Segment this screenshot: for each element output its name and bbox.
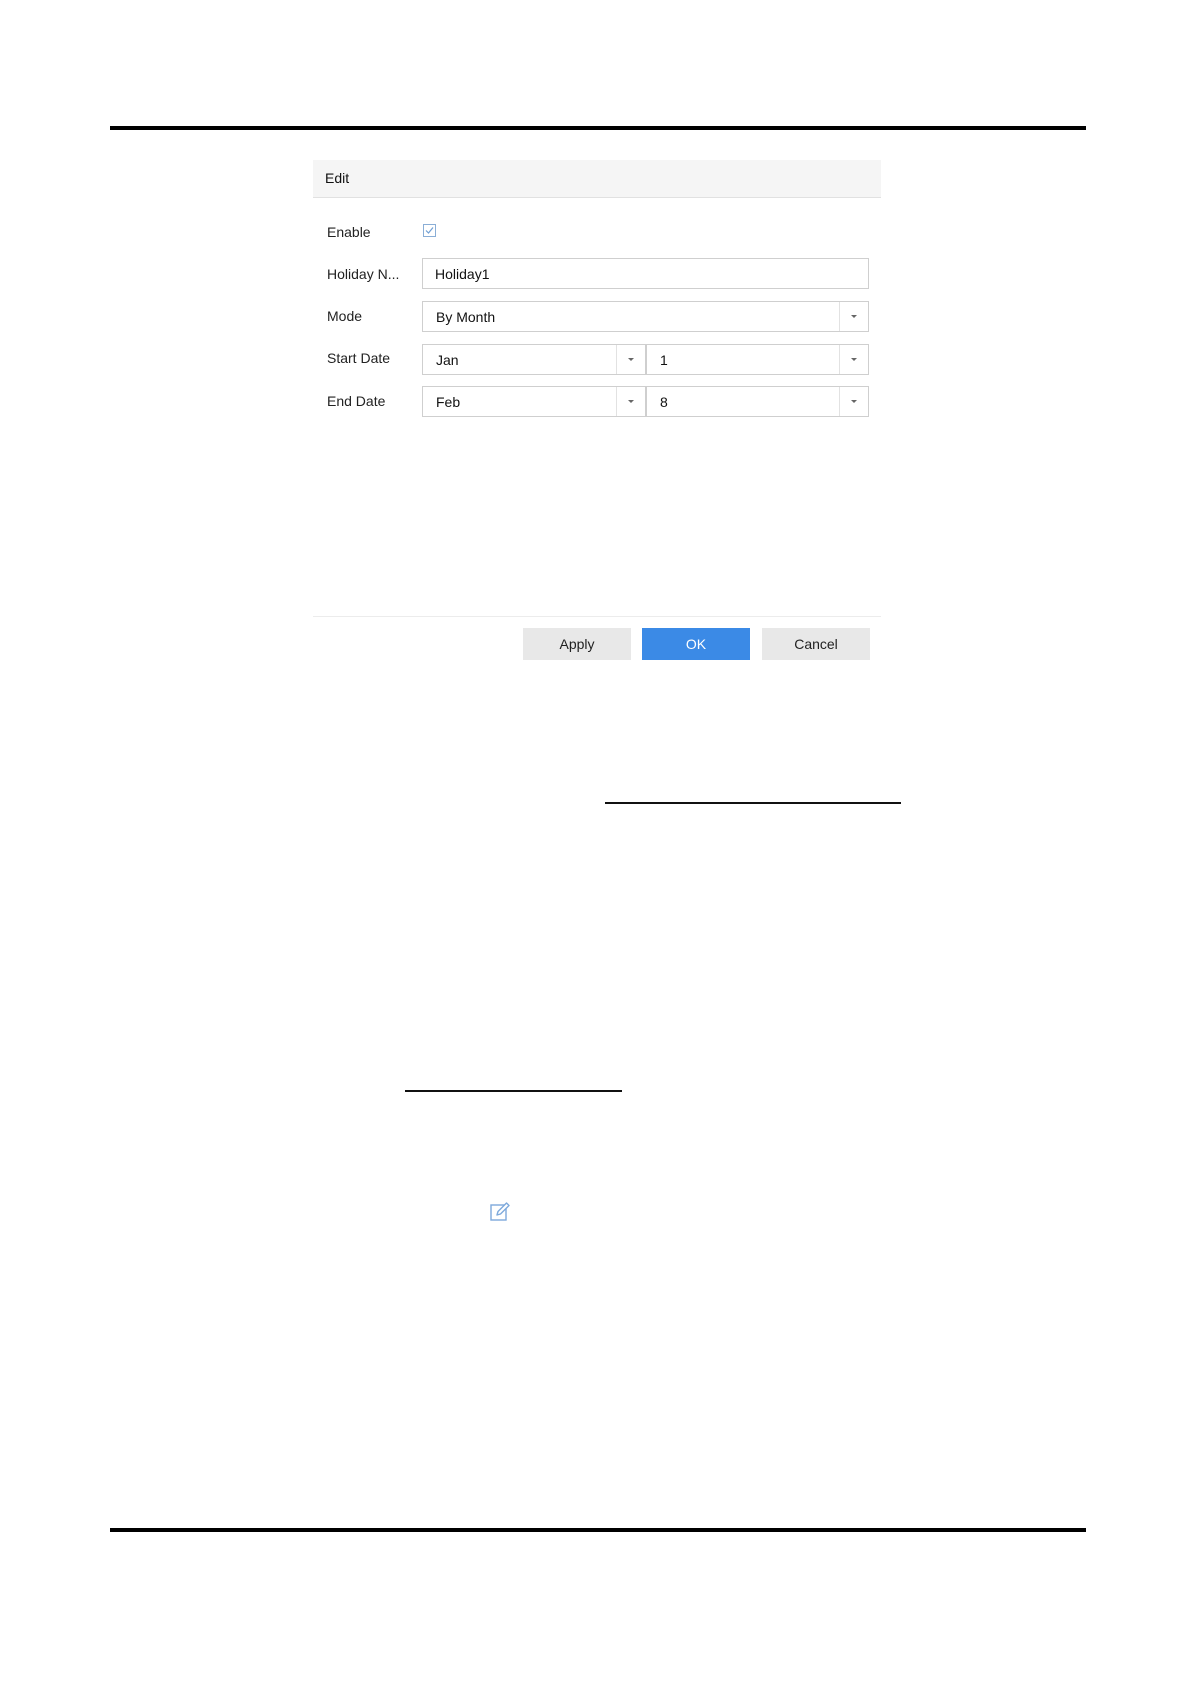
holiday-name-label: Holiday N... [327, 266, 400, 282]
ok-button[interactable]: OK [642, 628, 750, 660]
chevron-down-icon[interactable] [839, 302, 868, 331]
enable-checkbox[interactable] [423, 224, 436, 237]
end-month-select[interactable]: Feb [422, 386, 646, 417]
chevron-down-icon[interactable] [839, 345, 868, 374]
page-header-rule [110, 126, 1086, 130]
cancel-button[interactable]: Cancel [762, 628, 870, 660]
edit-icon[interactable] [488, 1200, 512, 1224]
chevron-down-icon[interactable] [616, 387, 645, 416]
start-month-value: Jan [436, 352, 459, 368]
mode-select-value: By Month [436, 309, 496, 325]
start-day-select[interactable]: 1 [646, 344, 869, 375]
end-month-value: Feb [436, 394, 461, 410]
page-footer-rule [110, 1528, 1086, 1532]
mode-select[interactable]: By Month [422, 301, 869, 332]
chevron-down-icon[interactable] [616, 345, 645, 374]
underline-link [405, 1090, 622, 1092]
dialog-footer-divider [313, 616, 881, 617]
start-date-label: Start Date [327, 350, 391, 366]
holiday-name-input[interactable]: Holiday1 [422, 258, 869, 289]
chevron-down-icon[interactable] [839, 387, 868, 416]
checkmark-icon [425, 227, 434, 234]
start-day-value: 1 [660, 352, 668, 368]
end-date-label: End Date [327, 393, 386, 409]
apply-button[interactable]: Apply [523, 628, 631, 660]
start-month-select[interactable]: Jan [422, 344, 646, 375]
dialog-header: Edit [313, 160, 881, 198]
mode-label: Mode [327, 308, 363, 324]
dialog-title: Edit [325, 170, 350, 186]
underline-link [605, 802, 901, 804]
edit-holiday-dialog: Edit Enable Holiday N... Holiday1 Mode B… [313, 160, 881, 670]
end-day-select[interactable]: 8 [646, 386, 869, 417]
end-day-value: 8 [660, 394, 668, 410]
enable-label: Enable [327, 224, 371, 240]
